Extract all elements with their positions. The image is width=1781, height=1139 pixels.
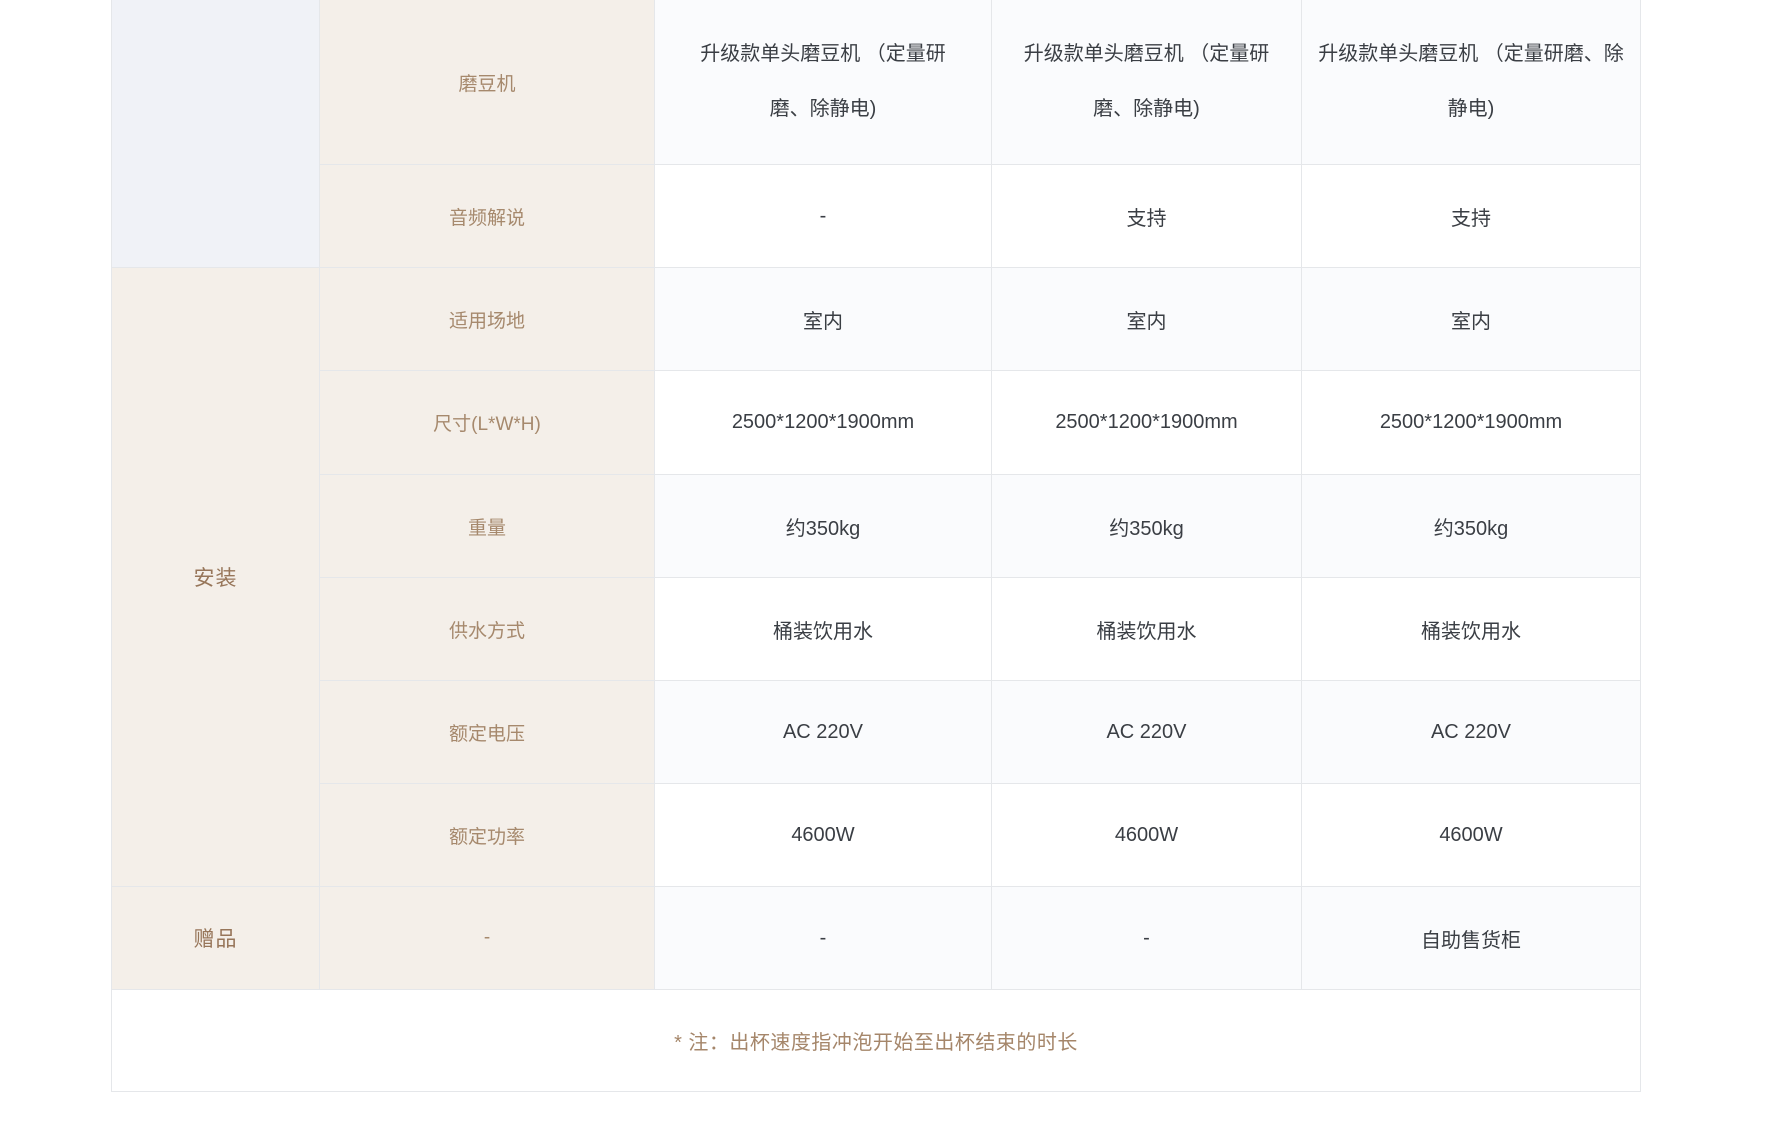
spec-value-cell: - xyxy=(655,165,991,267)
spec-value-cell: 室内 xyxy=(992,268,1301,370)
row-label: 尺寸(L*W*H) xyxy=(320,371,654,474)
spec-value-cell: AC 220V xyxy=(1302,681,1640,783)
spec-value-cell: 桶装饮用水 xyxy=(655,578,991,680)
category-cell-gift: 赠品 xyxy=(112,887,319,989)
spec-value-cell: 桶装饮用水 xyxy=(992,578,1301,680)
spec-value-cell: 室内 xyxy=(655,268,991,370)
spec-value-cell: 自助售货柜 xyxy=(1302,887,1640,989)
row-label: 额定电压 xyxy=(320,681,654,783)
spec-value-cell: 约350kg xyxy=(1302,475,1640,577)
spec-value-cell: 支持 xyxy=(992,165,1301,267)
row-label: - xyxy=(320,887,654,989)
spec-value-cell: 4600W xyxy=(992,784,1301,886)
spec-value-cell: 室内 xyxy=(1302,268,1640,370)
row-label: 磨豆机 xyxy=(320,0,654,164)
row-label: 重量 xyxy=(320,475,654,577)
spec-value-cell: AC 220V xyxy=(655,681,991,783)
spec-value-cell: 支持 xyxy=(1302,165,1640,267)
spec-value-cell: 2500*1200*1900mm xyxy=(655,371,991,474)
spec-value-cell: 升级款单头磨豆机 （定量研 磨、除静电) xyxy=(992,0,1301,164)
category-cell-install: 安装 xyxy=(112,268,319,886)
spec-value-cell: 桶装饮用水 xyxy=(1302,578,1640,680)
spec-value-cell: 2500*1200*1900mm xyxy=(1302,371,1640,474)
spec-value-cell: - xyxy=(992,887,1301,989)
spec-value-cell: 4600W xyxy=(655,784,991,886)
spec-value-cell: - xyxy=(655,887,991,989)
spec-value-cell: 约350kg xyxy=(992,475,1301,577)
footnote: * 注：出杯速度指冲泡开始至出杯结束的时长 xyxy=(112,990,1640,1091)
row-label: 供水方式 xyxy=(320,578,654,680)
spec-value-cell: 2500*1200*1900mm xyxy=(992,371,1301,474)
spec-value-cell: 升级款单头磨豆机 （定量研磨、除 静电) xyxy=(1302,0,1640,164)
row-label: 额定功率 xyxy=(320,784,654,886)
category-cell-top xyxy=(112,0,319,267)
row-label: 音频解说 xyxy=(320,165,654,267)
spec-value-cell: 升级款单头磨豆机 （定量研 磨、除静电) xyxy=(655,0,991,164)
product-spec-table: 安装 赠品 磨豆机 升级款单头磨豆机 （定量研 磨、除静电) 升级款单头磨豆机 … xyxy=(111,0,1641,1092)
row-label: 适用场地 xyxy=(320,268,654,370)
spec-value-cell: 4600W xyxy=(1302,784,1640,886)
spec-value-cell: 约350kg xyxy=(655,475,991,577)
spec-value-cell: AC 220V xyxy=(992,681,1301,783)
